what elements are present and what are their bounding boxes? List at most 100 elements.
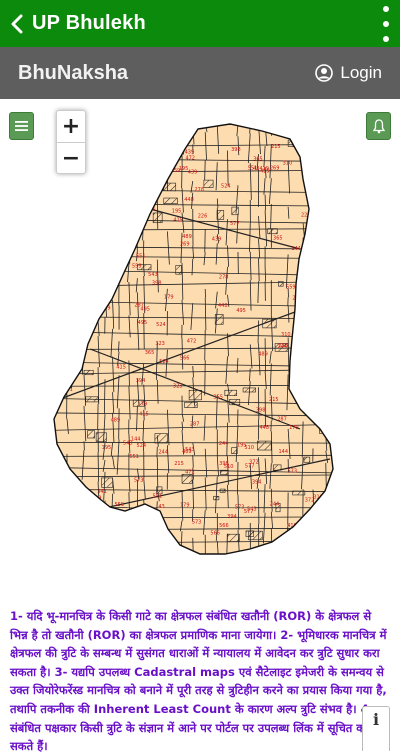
svg-text:559: 559: [115, 502, 125, 508]
user-circle-icon: [315, 64, 333, 82]
svg-text:179: 179: [138, 401, 148, 407]
svg-text:577: 577: [244, 509, 254, 515]
back-button[interactable]: [2, 0, 32, 47]
svg-text:577: 577: [230, 221, 240, 227]
svg-text:551: 551: [129, 454, 139, 460]
svg-text:489: 489: [111, 417, 121, 423]
svg-text:278: 278: [219, 274, 229, 280]
svg-text:448: 448: [218, 303, 228, 309]
svg-text:489: 489: [182, 234, 192, 240]
cadastral-map[interactable]: 43 144 179 195 215 226 244 269 278 287 310 323 341 36…: [0, 99, 400, 599]
svg-text:179: 179: [164, 295, 174, 301]
bell-icon: [373, 119, 385, 134]
svg-text:566: 566: [219, 523, 229, 529]
svg-text:472: 472: [65, 370, 75, 376]
app-title: UP Bhulekh: [32, 12, 146, 35]
svg-text:244: 244: [158, 450, 168, 456]
svg-text:398: 398: [231, 147, 241, 153]
svg-text:226: 226: [301, 213, 311, 219]
svg-text:472: 472: [187, 339, 197, 345]
svg-text:144: 144: [137, 170, 147, 176]
svg-text:287: 287: [134, 303, 144, 309]
svg-text:365: 365: [145, 350, 155, 356]
svg-text:144: 144: [278, 449, 288, 455]
svg-text:310: 310: [283, 161, 293, 167]
svg-text:365: 365: [253, 156, 263, 162]
svg-text:372: 372: [305, 497, 315, 503]
svg-text:472: 472: [185, 155, 195, 161]
zoom-out-button[interactable]: −: [57, 143, 85, 174]
svg-text:524: 524: [156, 322, 166, 328]
svg-text:43: 43: [172, 152, 178, 158]
svg-text:323: 323: [88, 198, 98, 204]
svg-text:510: 510: [301, 295, 311, 301]
svg-text:287: 287: [277, 417, 287, 423]
svg-text:543: 543: [185, 447, 195, 453]
svg-text:372: 372: [60, 381, 70, 387]
svg-text:495: 495: [236, 308, 246, 314]
svg-text:489: 489: [258, 351, 268, 357]
svg-text:323: 323: [88, 265, 98, 271]
svg-text:179: 179: [289, 425, 299, 431]
svg-text:244: 244: [219, 441, 229, 447]
svg-text:394: 394: [136, 378, 146, 384]
zoom-in-button[interactable]: +: [57, 111, 85, 143]
svg-text:43: 43: [158, 504, 164, 510]
svg-text:398: 398: [152, 281, 162, 287]
svg-text:372: 372: [64, 276, 74, 282]
brand-title: BhuNaksha: [18, 62, 128, 85]
svg-text:510: 510: [78, 261, 88, 267]
svg-text:365: 365: [213, 394, 223, 400]
svg-text:215: 215: [302, 319, 312, 325]
info-button[interactable]: i: [362, 706, 390, 751]
chevron-left-icon: [10, 14, 24, 34]
svg-text:341: 341: [97, 489, 107, 495]
zoom-control: + −: [56, 110, 86, 174]
svg-text:551: 551: [136, 253, 146, 259]
svg-text:43: 43: [100, 189, 106, 195]
overflow-menu-button[interactable]: [378, 6, 394, 42]
disclaimer-text: 1- यदि भू-मानचित्र के किसी गाटे का क्षेत…: [10, 607, 392, 756]
svg-text:226: 226: [198, 214, 208, 220]
svg-text:543: 543: [148, 272, 158, 278]
layers-menu-button[interactable]: [9, 112, 34, 140]
svg-text:310: 310: [281, 332, 291, 338]
svg-text:341: 341: [136, 137, 146, 143]
svg-text:226: 226: [292, 295, 302, 301]
svg-text:524: 524: [221, 184, 231, 190]
svg-text:144: 144: [291, 246, 301, 252]
notification-button[interactable]: [366, 112, 391, 140]
svg-text:415: 415: [173, 218, 183, 224]
svg-text:510: 510: [245, 445, 255, 451]
svg-text:394: 394: [252, 480, 262, 486]
app-bar: UP Bhulekh: [0, 0, 400, 47]
svg-text:365: 365: [273, 236, 283, 242]
svg-text:559: 559: [286, 285, 296, 291]
svg-text:215: 215: [174, 461, 184, 467]
login-button[interactable]: Login: [315, 47, 382, 99]
svg-text:394: 394: [227, 514, 237, 520]
svg-text:577: 577: [105, 147, 115, 153]
svg-text:269: 269: [85, 516, 95, 522]
svg-text:287: 287: [190, 422, 200, 428]
svg-text:419: 419: [259, 166, 269, 172]
svg-text:495: 495: [62, 203, 72, 209]
svg-text:415: 415: [116, 365, 126, 371]
svg-text:495: 495: [138, 320, 148, 326]
svg-text:195: 195: [172, 208, 182, 214]
svg-text:269: 269: [180, 241, 190, 247]
svg-text:472: 472: [185, 470, 195, 476]
svg-text:419: 419: [115, 165, 125, 171]
brand-bar: BhuNaksha Login: [0, 47, 400, 99]
svg-text:195: 195: [102, 445, 112, 451]
svg-text:448: 448: [259, 425, 269, 431]
hamburger-icon: [15, 120, 28, 132]
map-canvas[interactable]: 43 144 179 195 215 226 244 269 278 287 310 323 341 36…: [0, 99, 400, 599]
svg-text:278: 278: [194, 187, 204, 193]
svg-text:439: 439: [212, 237, 222, 243]
svg-text:244: 244: [278, 344, 288, 350]
kebab-dot: [383, 6, 389, 12]
svg-text:144: 144: [131, 437, 141, 443]
svg-text:566: 566: [210, 531, 220, 537]
svg-text:566: 566: [99, 226, 109, 232]
